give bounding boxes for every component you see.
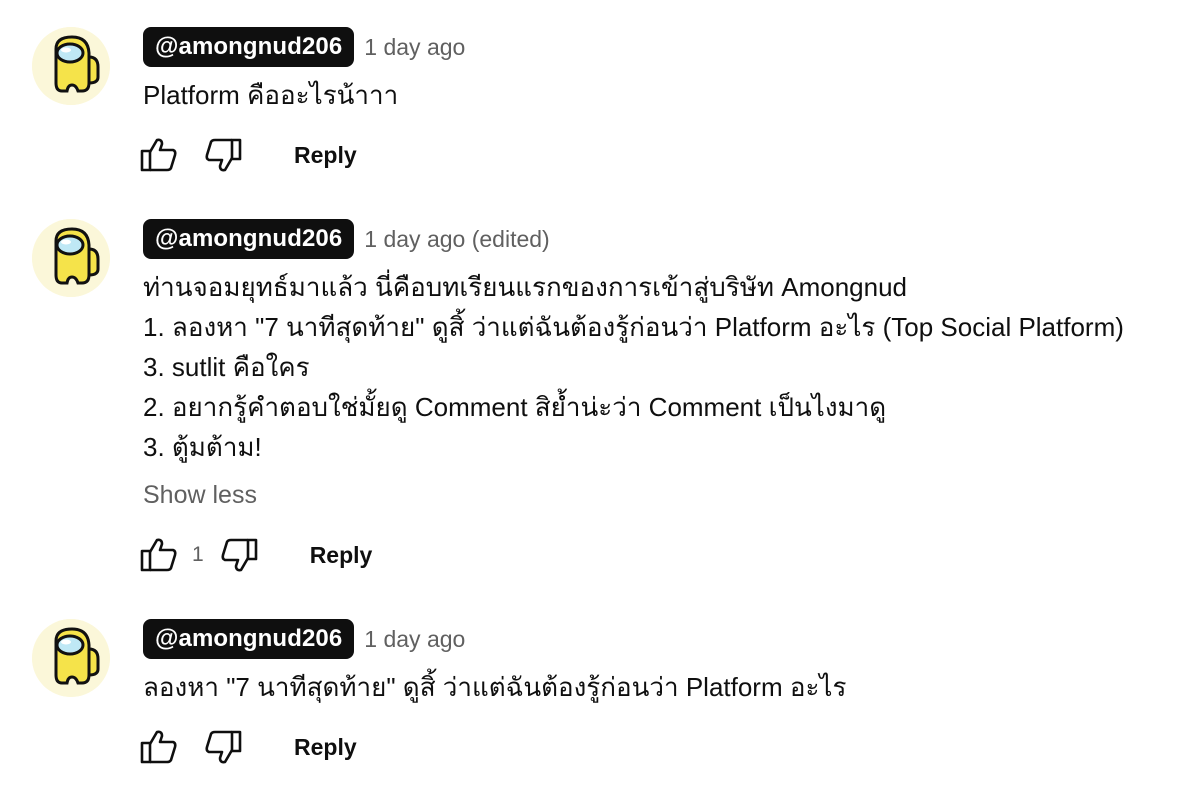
comment-timestamp[interactable]: 1 day ago xyxy=(364,34,465,61)
among-us-crewmate-icon xyxy=(32,27,110,105)
among-us-crewmate-icon xyxy=(32,219,110,297)
reply-button[interactable]: Reply xyxy=(310,542,373,569)
author-name[interactable]: @amongnud206 xyxy=(143,219,355,259)
like-button[interactable] xyxy=(138,535,180,575)
comment-line: ท่านจอมยุทธ์มาแล้ว นี่คือบทเรียนแรกของกา… xyxy=(143,272,907,302)
comment-actions: Reply xyxy=(138,135,357,175)
dislike-button[interactable] xyxy=(218,535,260,575)
thumbs-down-icon xyxy=(205,138,242,172)
comment-header: @amongnud206 1 day ago (edited) xyxy=(143,219,550,259)
comment-line: Platform คืออะไรน้าาา xyxy=(143,80,399,110)
comment-header: @amongnud206 1 day ago xyxy=(143,619,465,659)
author-name[interactable]: @amongnud206 xyxy=(143,619,355,659)
comment-text: ท่านจอมยุทธ์มาแล้ว นี่คือบทเรียนแรกของกา… xyxy=(143,267,1124,467)
reply-button[interactable]: Reply xyxy=(294,734,357,761)
thumbs-up-icon xyxy=(140,538,177,572)
among-us-crewmate-icon xyxy=(32,619,110,697)
comment-timestamp[interactable]: 1 day ago (edited) xyxy=(364,226,549,253)
thumbs-up-icon xyxy=(140,730,177,764)
reply-button[interactable]: Reply xyxy=(294,142,357,169)
dislike-button[interactable] xyxy=(202,727,244,767)
comment-line: 2. อยากรู้คำตอบใช่มั้ยดู Comment สิย้ำน่… xyxy=(143,392,887,422)
comment-actions: Reply xyxy=(138,727,357,767)
comment-line: ลองหา "7 นาทีสุดท้าย" ดูสิ้ ว่าแต่ฉันต้อ… xyxy=(143,672,847,702)
thumbs-up-icon xyxy=(140,138,177,172)
dislike-button[interactable] xyxy=(202,135,244,175)
comment-timestamp[interactable]: 1 day ago xyxy=(364,626,465,653)
avatar[interactable] xyxy=(32,27,110,105)
author-name[interactable]: @amongnud206 xyxy=(143,27,355,67)
like-count: 1 xyxy=(192,543,204,566)
comment-text: Platform คืออะไรน้าาา xyxy=(143,75,398,115)
comment-line: 3. ตู้มต้าม! xyxy=(143,432,262,462)
like-button[interactable] xyxy=(138,135,180,175)
avatar[interactable] xyxy=(32,219,110,297)
comment-line: 3. sutlit คือใคร xyxy=(143,352,310,382)
comment-header: @amongnud206 1 day ago xyxy=(143,27,465,67)
comment-text: ลองหา "7 นาทีสุดท้าย" ดูสิ้ ว่าแต่ฉันต้อ… xyxy=(143,667,846,707)
show-less-button[interactable]: Show less xyxy=(143,480,257,510)
thumbs-down-icon xyxy=(221,538,257,572)
comment-line: 1. ลองหา "7 นาทีสุดท้าย" ดูสิ้ ว่าแต่ฉัน… xyxy=(143,312,1124,342)
comment-actions: 1 Reply xyxy=(138,535,372,575)
avatar[interactable] xyxy=(32,619,110,697)
thumbs-down-icon xyxy=(205,730,242,764)
like-button[interactable] xyxy=(138,727,180,767)
